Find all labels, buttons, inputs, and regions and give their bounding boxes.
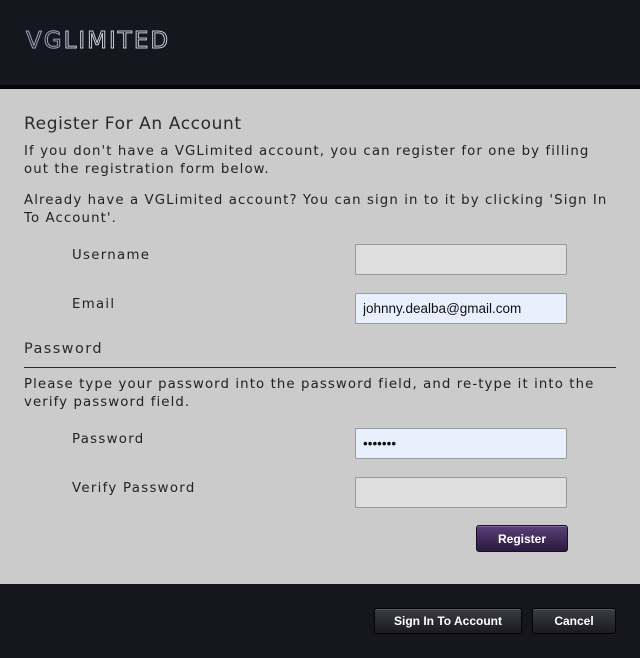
- page-title: Register For An Account: [24, 114, 242, 134]
- register-button[interactable]: Register: [476, 525, 568, 552]
- password-label: Password: [72, 432, 145, 447]
- email-input[interactable]: [355, 293, 567, 324]
- intro-text: If you don't have a VGLimited account, y…: [24, 144, 590, 177]
- email-label: Email: [72, 297, 116, 312]
- verify-password-label: Verify Password: [72, 481, 196, 496]
- vglimited-logo[interactable]: VGLIMITED: [26, 28, 171, 55]
- section-divider: [24, 367, 616, 368]
- password-section-heading: Password: [24, 341, 103, 357]
- footer-bar: Sign In To Account Cancel: [0, 584, 640, 658]
- verify-password-input[interactable]: [355, 477, 567, 508]
- password-input[interactable]: [355, 428, 567, 459]
- username-label: Username: [72, 248, 151, 263]
- registration-panel: Register For An Account If you don't hav…: [0, 89, 640, 584]
- app-header: VGLIMITED: [0, 0, 640, 89]
- signin-hint-text: Already have a VGLimited account? You ca…: [24, 193, 608, 226]
- sign-in-to-account-button[interactable]: Sign In To Account: [374, 608, 522, 634]
- username-input[interactable]: [355, 244, 567, 275]
- cancel-button[interactable]: Cancel: [532, 608, 616, 634]
- logo-limited-text: LIMITED: [63, 28, 171, 55]
- logo-vg-text: VG: [26, 28, 64, 55]
- password-instructions: Please type your password into the passw…: [24, 377, 595, 410]
